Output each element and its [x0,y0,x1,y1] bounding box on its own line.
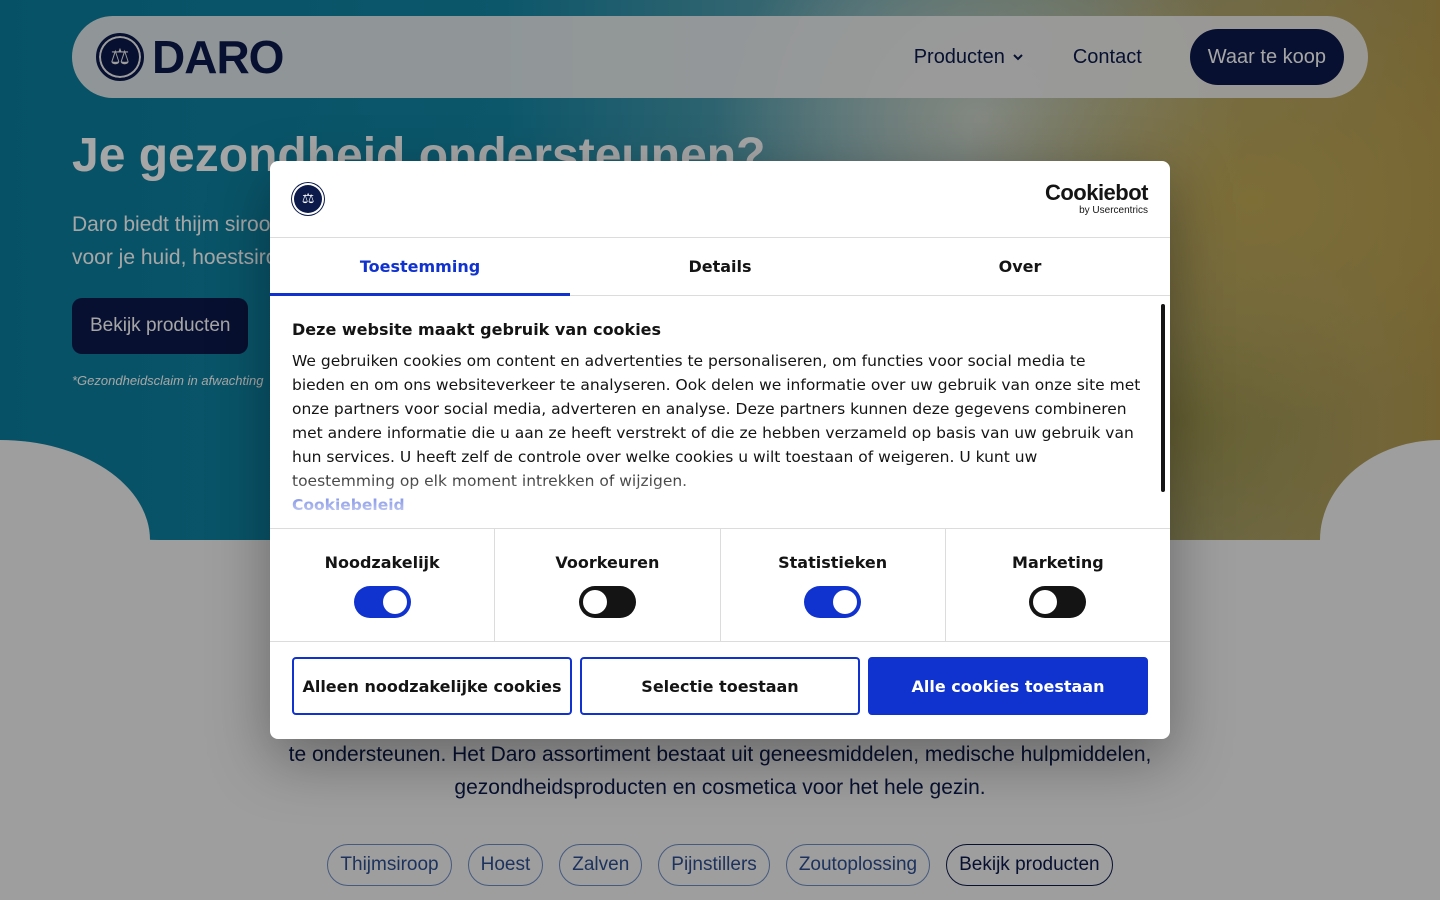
toggle-necessary: Noodzakelijk [270,529,496,641]
switch-knob [1033,589,1058,614]
tab-over[interactable]: Over [870,238,1170,295]
preferences-switch[interactable] [578,585,636,618]
switch-knob [382,589,407,614]
toggle-label: Noodzakelijk [324,552,440,572]
toggle-label: Statistieken [778,552,888,572]
switch-knob [833,589,858,614]
allow-selection-button[interactable]: Selectie toestaan [580,657,860,715]
marketing-switch[interactable] [1029,585,1087,618]
tab-toestemming[interactable]: Toestemming [270,238,570,296]
cookie-policy-link[interactable]: Cookiebeleid [292,493,1148,517]
scrollbar[interactable] [1161,304,1165,492]
necessary-switch[interactable] [353,585,411,618]
toggle-statistics: Statistieken [721,529,946,641]
toggle-label: Voorkeuren [555,552,660,572]
consent-toggles: Noodzakelijk Voorkeuren Statistieken Mar… [270,528,1170,642]
cookiebot-logo[interactable]: Cookiebot by Usercentrics [1044,180,1149,216]
cookiebot-name: Cookiebot [1044,180,1149,205]
switch-knob [582,589,607,614]
dialog-header: ⚖ Cookiebot by Usercentrics [270,161,1170,238]
consent-title: Deze website maakt gebruik van cookies [292,320,662,339]
consent-body[interactable]: Deze website maakt gebruik van cookies W… [270,296,1170,528]
toggle-marketing: Marketing [946,529,1170,641]
cookie-consent-dialog: ⚖ Cookiebot by Usercentrics Toestemming … [270,161,1170,739]
consent-buttons: Alleen noodzakelijke cookies Selectie to… [270,642,1170,730]
statistics-switch[interactable] [804,585,862,618]
toggle-label: Marketing [1012,552,1104,572]
dialog-tabs: Toestemming Details Over [270,238,1170,296]
necessary-only-button[interactable]: Alleen noodzakelijke cookies [292,657,572,715]
tab-details[interactable]: Details [570,238,870,295]
toggle-preferences: Voorkeuren [495,529,721,641]
cookiebot-byline: by Usercentrics [1079,205,1148,216]
consent-text: We gebruiken cookies om content en adver… [292,352,1141,490]
scales-icon: ⚖ [292,183,324,215]
allow-all-button[interactable]: Alle cookies toestaan [868,657,1148,715]
